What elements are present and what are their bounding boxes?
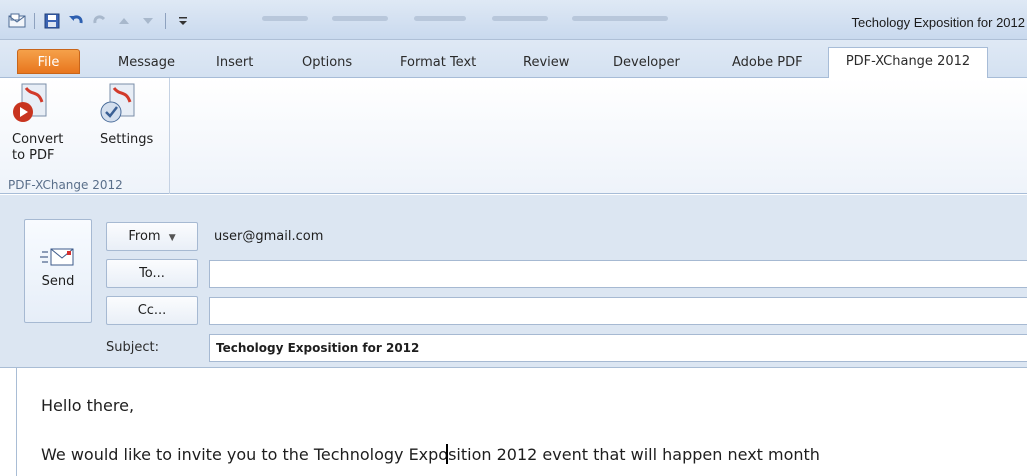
toolbar-separator — [165, 13, 166, 29]
settings-icon — [100, 82, 140, 124]
next-item-icon[interactable] — [139, 12, 157, 30]
convert-to-pdf-icon — [12, 82, 52, 124]
ribbon-group-pdf-xchange: Convert to PDF Settings PDF-XChange 2012 — [2, 78, 170, 194]
body-text-before-caret: We would like to invite you to the Techn… — [41, 445, 449, 464]
ribbon-tabs: File Message Insert Options Format Text … — [0, 40, 1027, 79]
cc-field[interactable] — [209, 297, 1027, 325]
redo-icon[interactable] — [91, 12, 109, 30]
blurred-text — [332, 16, 388, 21]
from-address: user@gmail.com — [214, 229, 324, 244]
blurred-text — [262, 16, 308, 21]
compose-header: Send From ▼ user@gmail.com To... Cc... S… — [0, 195, 1027, 368]
send-icon — [25, 246, 91, 272]
outlook-icon[interactable] — [8, 12, 26, 30]
chevron-down-icon: ▼ — [168, 233, 176, 243]
body-text: We would like to invite you to the Techn… — [41, 444, 820, 464]
tab-options[interactable]: Options — [292, 50, 362, 78]
tab-pdf-xchange[interactable]: PDF-XChange 2012 — [828, 47, 988, 79]
undo-icon[interactable] — [67, 12, 85, 30]
to-button[interactable]: To... — [106, 259, 198, 288]
toolbar-separator — [34, 13, 35, 29]
window-title: Techology Exposition for 2012 — [851, 15, 1025, 30]
tab-format-text[interactable]: Format Text — [390, 50, 486, 78]
blurred-text — [572, 16, 668, 21]
tab-message[interactable]: Message — [108, 50, 185, 78]
from-label: From — [128, 229, 161, 244]
send-label: Send — [41, 274, 75, 289]
body-text-after-caret: sition 2012 event that will happen next … — [448, 445, 820, 464]
convert-label-line1: Convert — [12, 132, 64, 147]
quick-access-toolbar — [8, 12, 192, 30]
previous-item-icon[interactable] — [115, 12, 133, 30]
from-button[interactable]: From ▼ — [106, 222, 198, 251]
message-body[interactable]: Hello there, We would like to invite you… — [16, 368, 1027, 476]
settings-label: Settings — [100, 132, 154, 147]
tab-insert[interactable]: Insert — [206, 50, 263, 78]
tab-adobe-pdf[interactable]: Adobe PDF — [722, 50, 813, 78]
save-icon[interactable] — [43, 12, 61, 30]
ribbon: Convert to PDF Settings PDF-XChange 2012 — [0, 78, 1027, 194]
body-greeting: Hello there, — [41, 396, 135, 415]
subject-label: Subject: — [106, 340, 159, 355]
tab-review[interactable]: Review — [513, 50, 579, 78]
customize-toolbar-icon[interactable] — [174, 12, 192, 30]
tab-file[interactable]: File — [17, 49, 80, 74]
convert-to-pdf-button[interactable]: Convert to PDF — [12, 82, 82, 164]
to-field[interactable] — [209, 260, 1027, 288]
settings-button[interactable]: Settings — [100, 82, 170, 148]
tab-developer[interactable]: Developer — [603, 50, 690, 78]
blurred-text — [414, 16, 466, 21]
ribbon-group-label: PDF-XChange 2012 — [8, 178, 123, 192]
subject-field[interactable]: Techology Exposition for 2012 — [209, 334, 1027, 362]
title-bar: Techology Exposition for 2012 — [0, 0, 1027, 40]
convert-label-line2: to PDF — [12, 148, 55, 163]
blurred-text — [492, 16, 548, 21]
cc-button[interactable]: Cc... — [106, 296, 198, 325]
send-button[interactable]: Send — [24, 219, 92, 323]
